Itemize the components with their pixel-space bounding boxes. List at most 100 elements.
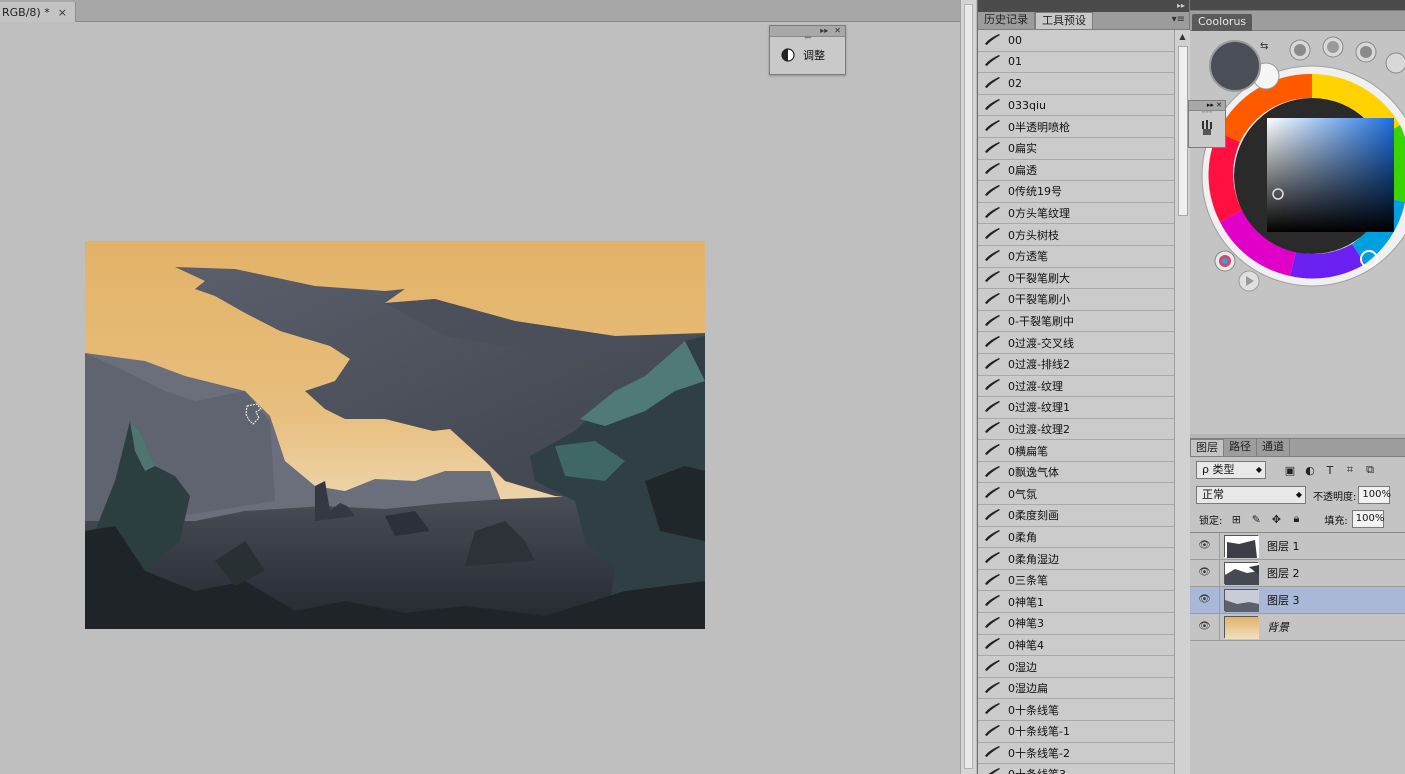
preset-item[interactable]: 0过渡-纹理1	[978, 397, 1174, 419]
panel-header[interactable]: ▸▸ ✕	[1189, 101, 1225, 111]
scrollbar-thumb[interactable]	[964, 4, 973, 769]
scrollbar-thumb[interactable]	[1178, 46, 1188, 216]
lock-transparent-icon[interactable]: ⊞	[1226, 513, 1246, 526]
panel-collapse-bar[interactable]	[1190, 0, 1405, 10]
preset-item[interactable]: 033qiu	[978, 94, 1174, 117]
preset-label: 0方头笔纹理	[1008, 207, 1070, 221]
canvas-vertical-scrollbar[interactable]	[960, 0, 976, 774]
preset-item[interactable]: 0柔角湿边	[978, 548, 1174, 570]
preset-item[interactable]: 0方透笔	[978, 245, 1174, 268]
tab-layers[interactable]: 图层	[1190, 439, 1224, 456]
close-icon[interactable]: ✕	[834, 26, 841, 36]
preset-label: 033qiu	[1008, 98, 1047, 112]
panel-menu-icon[interactable]: ▾≡	[1172, 14, 1185, 25]
preset-item[interactable]: 01	[978, 51, 1174, 74]
preset-label: 0神笔1	[1008, 595, 1044, 609]
brush-preset-icon	[978, 184, 1008, 199]
preset-item[interactable]: 0神笔4	[978, 634, 1174, 657]
close-tab-icon[interactable]: ×	[58, 6, 67, 19]
preset-item[interactable]: 0半透明喷枪	[978, 116, 1174, 138]
document-tab-bar: RGB/8) * ×	[0, 0, 960, 22]
fill-input[interactable]: 100%	[1351, 510, 1384, 528]
wheel-mode-button[interactable]	[1385, 52, 1405, 74]
tab-history[interactable]: 历史记录	[978, 12, 1035, 29]
color-wheel-picker[interactable]: ⇆	[1190, 32, 1405, 322]
layer-filter-select[interactable]: ρ 类型 ◆	[1196, 461, 1266, 479]
preset-item[interactable]: 02	[978, 73, 1174, 95]
shape-filter-icon[interactable]: ⌗	[1340, 463, 1360, 477]
preset-label: 0湿边	[1008, 660, 1037, 674]
preset-item[interactable]: 0传统19号	[978, 181, 1174, 203]
preset-label: 0干裂笔刷大	[1008, 271, 1070, 285]
brush-tool-icon[interactable]	[1189, 119, 1225, 140]
visibility-eye-icon[interactable]: 👁︎	[1190, 587, 1220, 613]
preset-label: 0柔角	[1008, 530, 1037, 544]
preset-item[interactable]: 0十条线笔	[978, 699, 1174, 721]
preset-item[interactable]: 0十条线笔-1	[978, 721, 1174, 743]
preset-item[interactable]: 0干裂笔刷小	[978, 289, 1174, 311]
preset-item[interactable]: 00	[978, 30, 1174, 52]
adjustments-button[interactable]: 调整	[770, 44, 845, 66]
preset-item[interactable]: 0横扁笔	[978, 440, 1174, 462]
layer-row[interactable]: 👁︎ 图层 2	[1190, 560, 1405, 587]
adjustment-filter-icon[interactable]: ◐	[1300, 464, 1320, 477]
preset-item[interactable]: 0方头笔纹理	[978, 202, 1174, 225]
smart-object-filter-icon[interactable]: ⧉	[1360, 463, 1380, 477]
brush-preset-icon	[978, 637, 1008, 652]
preset-item[interactable]: 0过渡-纹理2	[978, 418, 1174, 441]
preset-label: 0十条线笔-1	[1008, 725, 1070, 739]
visibility-eye-icon[interactable]: 👁︎	[1190, 614, 1220, 640]
visibility-eye-icon[interactable]: 👁︎	[1190, 560, 1220, 586]
preset-label: 00	[1008, 33, 1022, 47]
preset-item[interactable]: 0湿边扁	[978, 677, 1174, 700]
preset-item[interactable]: 0三条笔	[978, 569, 1174, 592]
preset-item[interactable]: 0神笔3	[978, 613, 1174, 635]
opacity-input[interactable]: 100%	[1358, 486, 1391, 504]
brush-preset-icon	[978, 54, 1008, 69]
tab-paths[interactable]: 路径	[1224, 439, 1257, 456]
primary-color-swatch[interactable]	[1209, 40, 1261, 92]
layer-row[interactable]: 👁︎ 图层 1	[1190, 533, 1405, 560]
preset-item[interactable]: 0湿边	[978, 656, 1174, 678]
preset-item[interactable]: 0过渡-排线2	[978, 353, 1174, 376]
preset-item[interactable]: 0过渡-交叉线	[978, 332, 1174, 354]
preset-item[interactable]: 0扁透	[978, 159, 1174, 182]
panel-grip[interactable]: ''''''''''	[770, 37, 845, 44]
preset-item[interactable]: 0神笔1	[978, 591, 1174, 614]
preset-item[interactable]: 0方头树枝	[978, 224, 1174, 246]
tab-tool-presets[interactable]: 工具预设	[1035, 12, 1093, 29]
tab-channels[interactable]: 通道	[1257, 439, 1290, 456]
preset-item[interactable]: 0-干裂笔刷中	[978, 310, 1174, 333]
layer-row[interactable]: 👁︎ 背景	[1190, 614, 1405, 641]
type-filter-icon[interactable]: T	[1320, 464, 1340, 477]
blend-mode-select[interactable]: 正常 ◆	[1196, 486, 1306, 504]
preset-item[interactable]: 0气氛	[978, 483, 1174, 506]
preset-item[interactable]: 0十条线笔-2	[978, 742, 1174, 765]
painting-canvas[interactable]	[85, 241, 705, 629]
image-filter-icon[interactable]: ▣	[1280, 464, 1300, 477]
preset-item[interactable]: 0柔角	[978, 526, 1174, 549]
brush-preset-icon	[978, 98, 1008, 113]
panel-collapse-bar[interactable]: ▸▸	[978, 0, 1189, 12]
layer-row[interactable]: 👁︎ 图层 3	[1190, 587, 1405, 614]
brush-preset-icon	[978, 702, 1008, 717]
brush-preset-icon	[978, 206, 1008, 221]
visibility-eye-icon[interactable]: 👁︎	[1190, 533, 1220, 559]
blend-mode-label: 正常	[1202, 488, 1224, 501]
preset-item[interactable]: 0十条线笔3	[978, 764, 1174, 774]
swap-colors-icon[interactable]: ⇆	[1260, 41, 1268, 52]
brush-preset-icon	[978, 594, 1008, 609]
lock-pixels-icon[interactable]: ✎	[1246, 513, 1266, 526]
lock-all-icon[interactable]: 🔒︎	[1286, 512, 1306, 526]
preset-item[interactable]: 0干裂笔刷大	[978, 267, 1174, 290]
preset-item[interactable]: 0过渡-纹理	[978, 375, 1174, 398]
preset-label: 0飘逸气体	[1008, 466, 1059, 480]
preset-item[interactable]: 0飘逸气体	[978, 461, 1174, 484]
document-tab[interactable]: RGB/8) * ×	[0, 2, 76, 22]
preset-item[interactable]: 0柔度刻画	[978, 505, 1174, 527]
scroll-up-icon[interactable]: ▲	[1175, 30, 1190, 44]
brush-preset-icon	[978, 335, 1008, 350]
lock-position-icon[interactable]: ✥	[1266, 513, 1286, 526]
tab-coolorus[interactable]: Coolorus	[1192, 14, 1252, 31]
preset-item[interactable]: 0扁实	[978, 137, 1174, 160]
